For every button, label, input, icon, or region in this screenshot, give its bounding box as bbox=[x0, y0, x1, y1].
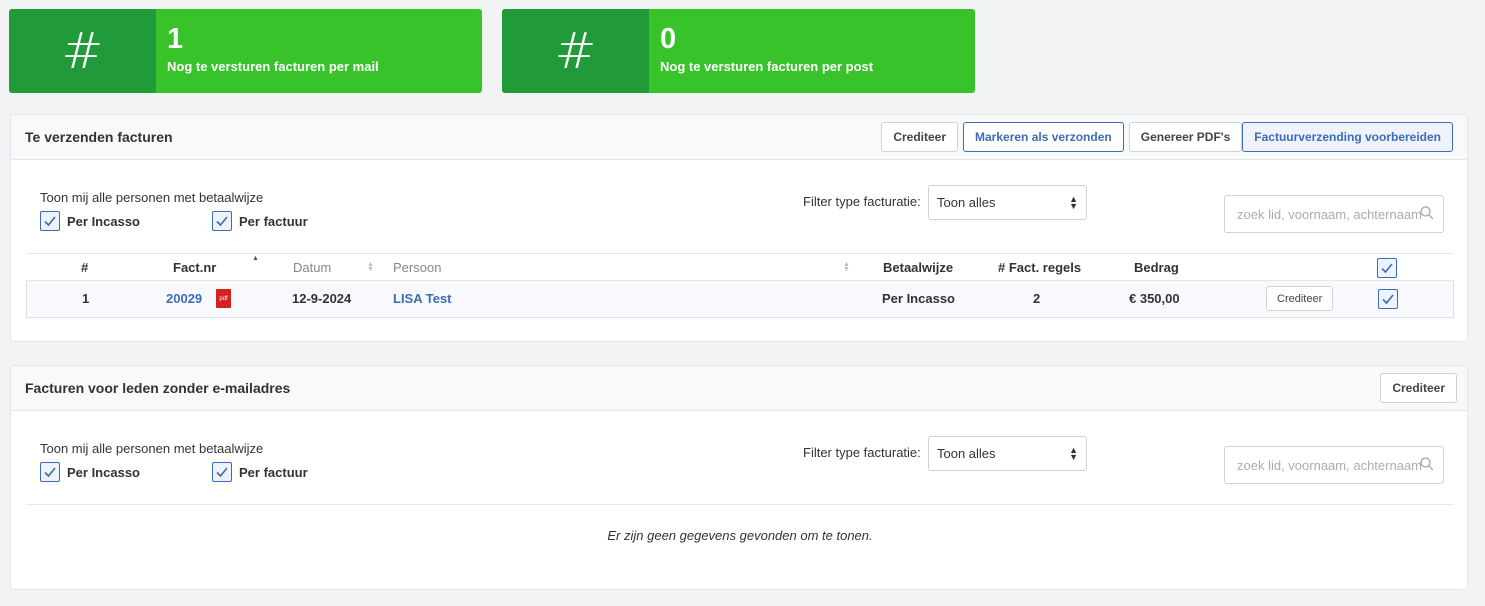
search-input[interactable]: zoek lid, voornaam, achternaam bbox=[1224, 195, 1444, 233]
col-fact-regels: # Fact. regels bbox=[998, 260, 1082, 275]
checkbox-label: Per Incasso bbox=[67, 464, 140, 480]
select-arrows-icon: ▲ ▼ bbox=[1069, 445, 1078, 462]
check-icon[interactable] bbox=[40, 462, 60, 482]
panel-header: Te verzenden facturen Crediteer Markeren… bbox=[11, 115, 1467, 160]
select-all-checkbox[interactable] bbox=[1377, 258, 1397, 278]
col-datum[interactable]: Datum bbox=[293, 260, 331, 275]
search-icon bbox=[1420, 457, 1434, 471]
panel-title: Facturen voor leden zonder e-mailadres bbox=[25, 380, 291, 396]
check-icon[interactable] bbox=[212, 462, 232, 482]
sort-icon[interactable]: ▲ ▼ bbox=[843, 261, 850, 273]
checkbox-per-incasso[interactable]: Per Incasso bbox=[40, 462, 140, 482]
markeren-verzonden-button[interactable]: Markeren als verzonden bbox=[963, 122, 1124, 152]
select-value: Toon alles bbox=[937, 195, 996, 210]
cell-bedrag: € 350,00 bbox=[1129, 291, 1180, 306]
crediteer-button[interactable]: Crediteer bbox=[1380, 373, 1457, 403]
row-crediteer-button[interactable]: Crediteer bbox=[1266, 286, 1334, 311]
checkbox-label: Per Incasso bbox=[67, 213, 140, 229]
filter-label: Toon mij alle personen met betaalwijze bbox=[40, 190, 264, 205]
checkbox-per-factuur[interactable]: Per factuur bbox=[212, 211, 308, 231]
cell-fact-regels: 2 bbox=[1033, 291, 1041, 306]
hash-icon: # bbox=[502, 9, 649, 93]
checkbox-label: Per factuur bbox=[239, 213, 308, 229]
col-persoon[interactable]: Persoon bbox=[393, 260, 441, 275]
filter-bar: Toon mij alle personen met betaalwijze P… bbox=[11, 411, 1467, 504]
empty-message: Er zijn geen gegevens gevonden om te ton… bbox=[607, 528, 873, 543]
toolbar: Crediteer Markeren als verzonden Generee… bbox=[881, 122, 1453, 152]
sort-icon[interactable]: ▲ ▼ bbox=[367, 261, 374, 273]
cell-persoon-link[interactable]: LISA Test bbox=[393, 291, 452, 306]
panel-title: Te verzenden facturen bbox=[25, 129, 173, 145]
stat-card-post: # 0 Nog te versturen facturen per post bbox=[502, 9, 975, 93]
invoice-table: # Fact.nr ▲ Datum ▲ ▼ Persoon ▲ ▼ Betaalwi… bbox=[26, 253, 1454, 318]
stat-value-mail: 1 bbox=[167, 23, 184, 55]
filter-type-select[interactable]: Toon alles ▲ ▼ bbox=[928, 436, 1087, 471]
checkbox-label: Per factuur bbox=[239, 464, 308, 480]
checkbox-per-factuur[interactable]: Per factuur bbox=[212, 462, 308, 482]
filter-type-label: Filter type facturatie: bbox=[803, 445, 921, 460]
cell-nr: 1 bbox=[82, 291, 90, 306]
row-checkbox[interactable] bbox=[1378, 289, 1398, 309]
filter-bar: Toon mij alle personen met betaalwijze P… bbox=[11, 160, 1467, 253]
search-placeholder: zoek lid, voornaam, achternaam bbox=[1237, 457, 1422, 473]
crediteer-button[interactable]: Crediteer bbox=[881, 122, 958, 152]
empty-table: Er zijn geen gegevens gevonden om te ton… bbox=[26, 504, 1454, 564]
stat-card-mail: # 1 Nog te versturen facturen per mail bbox=[9, 9, 482, 93]
select-value: Toon alles bbox=[937, 446, 996, 461]
filter-type-select[interactable]: Toon alles ▲ ▼ bbox=[928, 185, 1087, 220]
table-header: # Fact.nr ▲ Datum ▲ ▼ Persoon ▲ ▼ Betaalwi… bbox=[26, 253, 1454, 281]
filter-type-label: Filter type facturatie: bbox=[803, 194, 921, 209]
check-icon[interactable] bbox=[212, 211, 232, 231]
check-icon bbox=[1382, 294, 1394, 305]
stat-label-post: Nog te versturen facturen per post bbox=[660, 59, 874, 74]
col-betaalwijze: Betaalwijze bbox=[883, 260, 954, 275]
cell-factnr-link[interactable]: 20029 bbox=[166, 291, 202, 306]
search-input[interactable]: zoek lid, voornaam, achternaam bbox=[1224, 446, 1444, 484]
check-icon[interactable] bbox=[40, 211, 60, 231]
col-bedrag: Bedrag bbox=[1134, 260, 1179, 275]
factuurverzending-voorbereiden-button[interactable]: Factuurverzending voorbereiden bbox=[1242, 122, 1453, 152]
check-icon bbox=[1381, 263, 1393, 274]
select-arrows-icon: ▲ ▼ bbox=[1069, 194, 1078, 211]
checkbox-per-incasso[interactable]: Per Incasso bbox=[40, 211, 140, 231]
cell-betaalwijze: Per Incasso bbox=[882, 291, 955, 306]
search-placeholder: zoek lid, voornaam, achternaam bbox=[1237, 206, 1422, 222]
genereer-pdf-button[interactable]: Genereer PDF's bbox=[1128, 122, 1243, 152]
pdf-icon[interactable]: pdf bbox=[216, 289, 231, 308]
sort-asc-icon[interactable]: ▲ bbox=[252, 255, 259, 262]
search-icon bbox=[1420, 206, 1434, 220]
filter-label: Toon mij alle personen met betaalwijze bbox=[40, 441, 264, 456]
hash-icon: # bbox=[9, 9, 156, 93]
panel-zonder-email: Facturen voor leden zonder e-mailadres C… bbox=[10, 365, 1468, 590]
panel-te-verzenden: Te verzenden facturen Crediteer Markeren… bbox=[10, 114, 1468, 342]
col-nr: # bbox=[81, 260, 89, 275]
panel-header: Facturen voor leden zonder e-mailadres C… bbox=[11, 366, 1467, 411]
cell-datum: 12-9-2024 bbox=[292, 291, 352, 306]
col-factnr[interactable]: Fact.nr bbox=[173, 260, 216, 275]
stat-label-mail: Nog te versturen facturen per mail bbox=[167, 59, 379, 74]
table-row: 1 20029 pdf 12-9-2024 LISA Test Per Inca… bbox=[26, 281, 1454, 318]
stat-value-post: 0 bbox=[660, 23, 677, 55]
